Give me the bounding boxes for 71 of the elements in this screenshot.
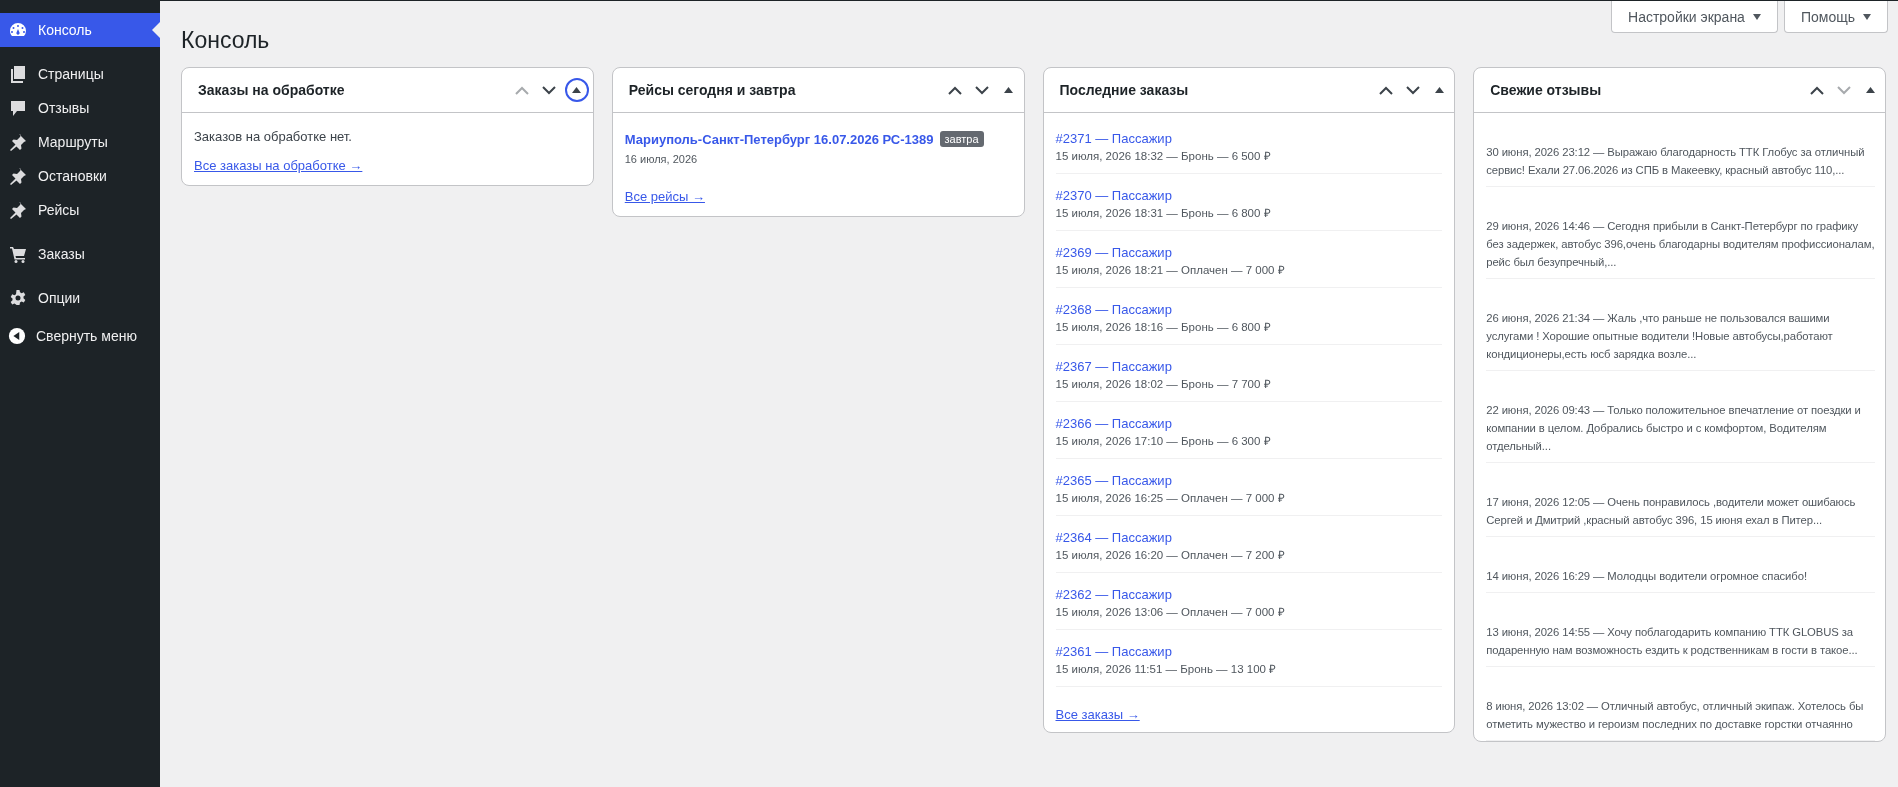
- chevron-down-icon: [542, 85, 557, 95]
- menu-item[interactable]: Консоль: [0, 13, 160, 47]
- cart-icon: [8, 244, 28, 264]
- review-text: 22 июня, 2026 09:43 — Только положительное впечатление от поездки и компании в целом. Добрались быстро и с комфортом, Водителям отдельный...: [1486, 403, 1862, 454]
- order-link[interactable]: #2365 — Пассажир: [1055, 471, 1443, 490]
- comment-icon: [8, 98, 28, 118]
- order-meta: 15 июля, 2026 18:02 — Бронь — 7 700 ₽: [1055, 377, 1272, 392]
- review-text: 29 июня, 2026 14:46 — Сегодня прибыли в Санкт-Петербург по графику без задержек, автобус 396,очень благодарны водителям профиссионалам, рейс был безупречный,...: [1486, 219, 1875, 270]
- widget-title: Свежие отзывы: [1490, 82, 1602, 98]
- widget-title: Рейсы сегодня и завтра: [628, 82, 796, 98]
- menu-item[interactable]: Страницы: [0, 57, 160, 91]
- chevron-up-icon: [1809, 85, 1824, 95]
- order-link[interactable]: #2368 — Пассажир: [1055, 300, 1443, 319]
- order-link[interactable]: #2370 — Пассажир: [1055, 186, 1443, 205]
- collapse-icon: [8, 327, 26, 345]
- order-meta: 15 июля, 2026 18:31 — Бронь — 6 800 ₽: [1055, 206, 1272, 221]
- screen-options-button[interactable]: Настройки экрана: [1611, 1, 1778, 33]
- menu-item[interactable]: Рейсы: [0, 193, 160, 227]
- order-meta: 15 июля, 2026 17:10 — Бронь — 6 300 ₽: [1055, 434, 1272, 449]
- triangle-up-icon: [1434, 87, 1444, 93]
- empty-message: Заказов на обработке нет.: [194, 129, 353, 144]
- order-meta: 15 июля, 2026 16:25 — Оплачен — 7 000 ₽: [1055, 491, 1286, 506]
- review-text: 8 июня, 2026 13:02 — Отличный автобус, отличный экипаж. Хотелось бы отметить мужество и героизм последних по доставке горстки отчаянно: [1486, 699, 1865, 732]
- review-text: 30 июня, 2026 23:12 — Выражаю благодарность ТТК Глобус за отличный сервис! Ехали 27.06.2026 из СПБ в Макеевку, красный автобус 110,...: [1486, 145, 1866, 178]
- order-link[interactable]: #2367 — Пассажир: [1055, 357, 1443, 376]
- triangle-up-icon: [572, 87, 582, 93]
- order-link[interactable]: #2361 — Пассажир: [1055, 642, 1443, 661]
- review-text: 13 июня, 2026 14:55 — Хочу поблагодарить компанию ТТК GLOBUS за подаренную нам возможность ездить к родственникам в гости в такое...: [1486, 625, 1859, 658]
- chevron-up-icon: [948, 85, 962, 95]
- triangle-up-icon: [1004, 87, 1013, 93]
- order-link[interactable]: #2362 — Пассажир: [1055, 585, 1443, 604]
- help-button[interactable]: Помощь: [1783, 1, 1888, 33]
- all-link[interactable]: Все рейсы →: [624, 189, 705, 204]
- menu-item[interactable]: Отзывы: [0, 91, 160, 125]
- gear-icon: [8, 288, 28, 308]
- order-meta: 15 июля, 2026 16:20 — Оплачен — 7 200 ₽: [1055, 548, 1286, 563]
- collapse-menu-button[interactable]: Свернуть меню: [0, 319, 160, 353]
- menu-item[interactable]: Остановки: [0, 159, 160, 193]
- order-meta: 15 июля, 2026 11:51 — Бронь — 13 100 ₽: [1055, 662, 1278, 677]
- order-meta: 15 июля, 2026 18:21 — Оплачен — 7 000 ₽: [1055, 263, 1286, 278]
- review-text: 14 июня, 2026 16:29 — Молодцы водители огромное спасибо!: [1486, 569, 1808, 584]
- page-title: Консоль: [181, 26, 271, 55]
- trip-date: 16 июля, 2026: [624, 153, 699, 165]
- caret-icon: [1752, 13, 1761, 20]
- order-meta: 15 июля, 2026 18:32 — Бронь — 6 500 ₽: [1055, 149, 1272, 164]
- all-link[interactable]: Все заказы на обработке →: [194, 158, 363, 173]
- tomorrow-badge: завтра: [939, 131, 984, 147]
- review-text: 26 июня, 2026 21:34 — Жаль ,что раньше не пользовался вашими услугами ! Хорошие опытные водители !Новые автобусы,работают кондиционеры,есть юсб зарядка возле...: [1486, 311, 1834, 362]
- order-link[interactable]: #2369 — Пассажир: [1055, 243, 1443, 262]
- menu-item[interactable]: Заказы: [0, 237, 160, 271]
- review-text: 17 июня, 2026 12:05 — Очень понравилось ,водители может ошибаюсь Сергей и Дмитрий ,красный автобус 396, 15 июня ехал в Питер...: [1486, 495, 1857, 528]
- chevron-down-icon: [975, 85, 989, 95]
- chevron-down-icon: [1836, 85, 1851, 95]
- chevron-up-icon: [1378, 85, 1393, 95]
- caret-icon: [1863, 13, 1871, 20]
- trip-link[interactable]: Мариуполь-Санкт-Петербург 16.07.2026 РС-1389: [624, 131, 934, 147]
- menu-item[interactable]: Маршруты: [0, 125, 160, 159]
- order-link[interactable]: #2366 — Пассажир: [1055, 414, 1443, 433]
- chevron-down-icon: [1405, 85, 1420, 95]
- menu-item[interactable]: Опции: [0, 281, 160, 315]
- order-link[interactable]: #2371 — Пассажир: [1055, 129, 1443, 148]
- chevron-up-icon: [515, 85, 530, 95]
- widget-title: Заказы на обработке: [198, 82, 345, 98]
- all-link[interactable]: Все заказы →: [1055, 707, 1140, 722]
- collapse-panel-button[interactable]: [564, 78, 589, 102]
- widget-title: Последние заказы: [1059, 82, 1189, 98]
- order-link[interactable]: #2364 — Пассажир: [1055, 528, 1443, 547]
- pages-icon: [8, 64, 28, 84]
- order-meta: 15 июля, 2026 13:06 — Оплачен — 7 000 ₽: [1055, 605, 1286, 620]
- order-meta: 15 июля, 2026 18:16 — Бронь — 6 800 ₽: [1055, 320, 1272, 335]
- triangle-up-icon: [1865, 87, 1875, 93]
